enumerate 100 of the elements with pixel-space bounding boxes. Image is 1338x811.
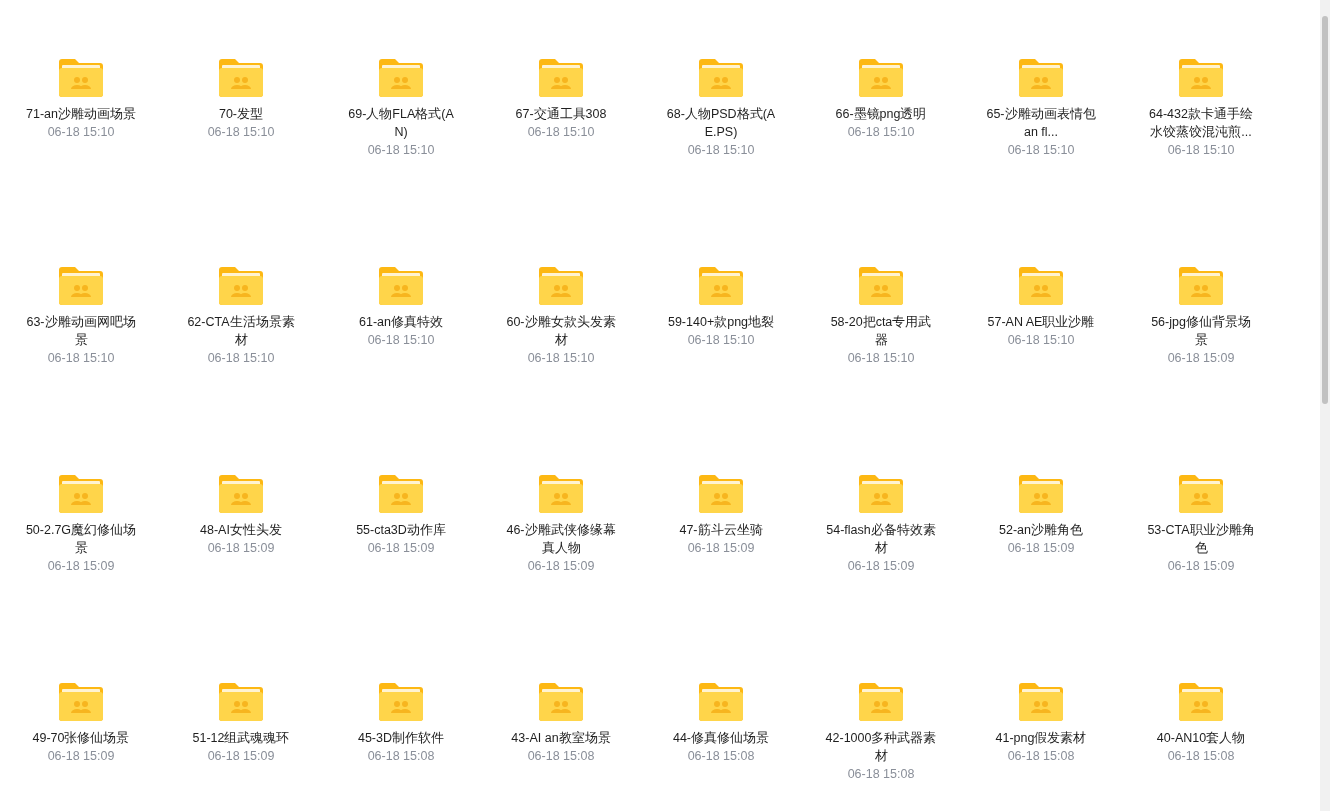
modified-time: 06-18 15:09 [47,748,115,765]
folder-name[interactable]: 41-png假发素材 [985,729,1097,747]
modified-time: 06-18 15:10 [527,350,595,367]
folder-icon [539,59,583,97]
folder-icon[interactable] [58,57,104,97]
folder-name[interactable]: 57-AN AE职业沙雕 [985,313,1097,331]
folder-icon[interactable] [378,265,424,305]
folder-icon [539,267,583,305]
folder-icon [859,475,903,513]
folder-name[interactable]: 66-墨镜png透明 [825,105,937,123]
folder-name[interactable]: 58-20把cta专用武器 [825,313,937,349]
folder-name[interactable]: 50-2.7G魔幻修仙场景 [25,521,137,557]
folder-icon[interactable] [1178,681,1224,721]
modified-time: 06-18 15:09 [1007,540,1075,557]
folder-icon[interactable] [698,57,744,97]
folder-name[interactable]: 62-CTA生活场景素材 [185,313,297,349]
folder-icon[interactable] [378,473,424,513]
folder-name[interactable]: 61-an修真特效 [345,313,457,331]
folder-name[interactable]: 46-沙雕武侠修缘幕真人物 [505,521,617,557]
folder-name[interactable]: 67-交通工具308 [505,105,617,123]
folder-name[interactable]: 51-12组武魂魂环 [185,729,297,747]
folder-icon [59,59,103,97]
scrollbar[interactable] [1320,0,1330,811]
modified-time: 06-18 15:10 [367,332,435,349]
folder-icon [379,267,423,305]
folder-icon[interactable] [698,473,744,513]
folder-icon[interactable] [378,681,424,721]
folder-name[interactable]: 56-jpg修仙背景场景 [1145,313,1257,349]
modified-time: 06-18 15:10 [687,142,755,159]
folder-name[interactable]: 40-AN10套人物 [1145,729,1257,747]
folder-icon [699,59,743,97]
folder-icon [379,683,423,721]
folder-name[interactable]: 59-140+款png地裂 [665,313,777,331]
folder-name[interactable]: 45-3D制作软件 [345,729,457,747]
modified-time: 06-18 15:09 [1167,350,1235,367]
modified-time: 06-18 15:10 [847,350,915,367]
folder-name[interactable]: 60-沙雕女款头发素材 [505,313,617,349]
folder-icon[interactable] [218,265,264,305]
folder-icon[interactable] [538,265,584,305]
folder-icon[interactable] [1018,57,1064,97]
modified-time: 06-18 15:10 [47,350,115,367]
folder-icon [1179,475,1223,513]
modified-time: 06-18 15:09 [847,558,915,575]
folder-name[interactable]: 54-flash必备特效素材 [825,521,937,557]
modified-time: 06-18 15:09 [367,540,435,557]
folder-icon [59,475,103,513]
modified-time: 06-18 15:08 [687,748,755,765]
folder-name[interactable]: 68-人物PSD格式(AE.PS) [665,105,777,141]
folder-icon[interactable] [58,473,104,513]
folder-name[interactable]: 42-1000多种武器素材 [825,729,937,765]
folder-name[interactable]: 69-人物FLA格式(AN) [345,105,457,141]
folder-icon[interactable] [1018,265,1064,305]
folder-icon [219,683,263,721]
modified-time: 06-18 15:09 [1167,558,1235,575]
folder-icon[interactable] [58,681,104,721]
folder-name[interactable]: 44-修真修仙场景 [665,729,777,747]
folder-icon[interactable] [58,265,104,305]
folder-icon[interactable] [858,681,904,721]
folder-icon[interactable] [1178,473,1224,513]
folder-name[interactable]: 65-沙雕动画表情包 an fl... [985,105,1097,141]
folder-icon[interactable] [858,57,904,97]
folder-icon [1179,267,1223,305]
modified-time: 06-18 15:08 [1007,748,1075,765]
folder-icon [379,59,423,97]
modified-time: 06-18 15:08 [367,748,435,765]
folder-name[interactable]: 49-70张修仙场景 [25,729,137,747]
folder-icon[interactable] [698,265,744,305]
folder-icon[interactable] [1178,57,1224,97]
folder-icon [219,267,263,305]
modified-time: 06-18 15:10 [1167,142,1235,159]
folder-icon [1019,475,1063,513]
folder-name[interactable]: 71-an沙雕动画场景 [25,105,137,123]
folder-icon[interactable] [538,57,584,97]
folder-name[interactable]: 55-cta3D动作库 [345,521,457,539]
folder-icon [1019,59,1063,97]
folder-icon[interactable] [858,473,904,513]
folder-icon [699,267,743,305]
scrollbar-thumb[interactable] [1322,16,1328,404]
modified-time: 06-18 15:10 [687,332,755,349]
folder-icon[interactable] [1018,473,1064,513]
folder-icon[interactable] [218,57,264,97]
folder-icon[interactable] [218,473,264,513]
folder-icon[interactable] [698,681,744,721]
modified-time: 06-18 15:10 [207,124,275,141]
folder-icon[interactable] [218,681,264,721]
folder-icon[interactable] [858,265,904,305]
folder-name[interactable]: 64-432款卡通手绘水饺蒸饺混沌煎... [1145,105,1257,141]
folder-name[interactable]: 48-AI女性头发 [185,521,297,539]
folder-icon[interactable] [378,57,424,97]
folder-icon[interactable] [538,681,584,721]
folder-name[interactable]: 43-AI an教室场景 [505,729,617,747]
folder-name[interactable]: 47-筋斗云坐骑 [665,521,777,539]
folder-name[interactable]: 63-沙雕动画网吧场景 [25,313,137,349]
folder-name[interactable]: 70-发型 [185,105,297,123]
folder-icon[interactable] [1178,265,1224,305]
folder-name[interactable]: 53-CTA职业沙雕角色 [1145,521,1257,557]
modified-time: 06-18 15:09 [207,540,275,557]
folder-icon[interactable] [1018,681,1064,721]
folder-icon[interactable] [538,473,584,513]
folder-name[interactable]: 52-an沙雕角色 [985,521,1097,539]
